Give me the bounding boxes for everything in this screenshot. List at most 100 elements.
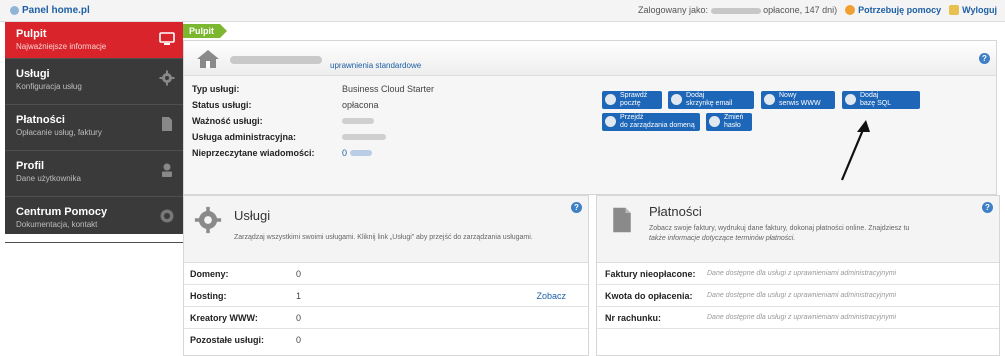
gear-icon: [159, 70, 175, 86]
sidebar-item-services[interactable]: Usługi Konfiguracja usług: [5, 59, 183, 105]
button-line1: Nowy: [779, 92, 797, 99]
sidebar-item-help-center[interactable]: Centrum Pomocy Dokumentacja, kontakt: [5, 197, 183, 243]
detail-label: Usługa administracyjna:: [192, 132, 297, 142]
sidebar-item-subtitle: Opłacanie usług, faktury: [16, 128, 102, 137]
document-icon: [162, 117, 172, 131]
sidebar-item-title: Płatności: [16, 114, 65, 126]
domain-icon: [605, 116, 616, 127]
table-row: Pozostałe usługi: 0: [184, 329, 588, 351]
breadcrumb[interactable]: Pulpit: [183, 24, 227, 38]
monitor-icon: [159, 32, 175, 45]
detail-row: Typ usługi: Business Cloud Starter: [192, 81, 434, 97]
logged-in-status: opłacone, 147 dni): [763, 5, 838, 15]
user-icon: [162, 163, 172, 177]
services-box: Usługi Zarządzaj wszystkimi swoimi usług…: [183, 195, 589, 356]
add-sql-database-button[interactable]: Dodaj bazę SQL: [842, 91, 920, 109]
change-password-button[interactable]: Zmień hasło: [706, 113, 752, 131]
button-line2: skrzynkę email: [686, 100, 733, 107]
detail-label: Typ usługi:: [192, 84, 240, 94]
button-line1: Zmień: [724, 114, 744, 121]
detail-row: Status usługi: opłacona: [192, 97, 434, 113]
sidebar-item-title: Profil: [16, 160, 45, 172]
table-row: Nr rachunku: Dane dostępne dla usługi z …: [597, 307, 999, 329]
payment-terms-link[interactable]: także informacje dotyczące terminów płat…: [649, 235, 795, 242]
unread-messages-link[interactable]: 0: [342, 148, 347, 158]
row-label: Domeny:: [190, 268, 229, 279]
sidebar-item-subtitle: Najważniejsze informacje: [16, 42, 107, 51]
mailbox-icon: [671, 94, 682, 105]
table-row: Domeny: 0: [184, 263, 588, 285]
row-value: 1: [296, 290, 302, 301]
row-value: 0: [296, 335, 302, 345]
sidebar-item-dashboard[interactable]: Pulpit Najważniejsze informacje: [5, 22, 183, 59]
row-label: Nr rachunku:: [605, 312, 662, 323]
check-mail-button[interactable]: Sprawdź pocztę: [602, 91, 662, 109]
top-bar: Panel home.pl Zalogowany jako: opłacone,…: [0, 0, 1005, 22]
box-title: Płatności: [649, 204, 702, 219]
service-details: Typ usługi: Business Cloud Starter Statu…: [192, 81, 434, 161]
detail-row: Ważność usługi:: [192, 113, 434, 129]
row-label: Hosting:: [190, 290, 227, 301]
row-value: Dane dostępne dla usługi z uprawnieniami…: [707, 292, 897, 299]
detail-row: Nieprzeczytane wiadomości: 0: [192, 145, 434, 161]
button-line1: Dodaj: [860, 92, 879, 99]
button-line2: do zarządzania domeną: [620, 122, 695, 129]
box-description: Zobacz swoje faktury, wydrukuj dane fakt…: [649, 225, 910, 232]
redacted-value: [342, 134, 386, 140]
service-panel: uprawnienia standardowe ? Typ usługi: Bu…: [183, 40, 997, 195]
redacted-service-name: [230, 56, 322, 64]
help-link-label: Potrzebuję pomocy: [858, 5, 942, 15]
mail-icon: [605, 94, 616, 105]
detail-value: Business Cloud Starter: [342, 84, 435, 94]
database-icon: [845, 94, 856, 105]
table-row: Faktury nieopłacone: Dane dostępne dla u…: [597, 263, 999, 285]
annotation-arrow: [840, 120, 870, 181]
payments-box: Płatności Zobacz swoje faktury, wydrukuj…: [596, 195, 1000, 356]
detail-value: opłacona: [342, 100, 379, 110]
sidebar-item-payments[interactable]: Płatności Opłacanie usług, faktury: [5, 105, 183, 151]
button-line1: Dodaj: [686, 92, 705, 99]
row-label: Faktury nieopłacone:: [605, 268, 696, 279]
view-hosting-link[interactable]: Zobacz: [536, 291, 566, 301]
home-icon: [197, 50, 219, 68]
redacted-username: [710, 7, 761, 14]
document-icon: [613, 207, 631, 233]
sidebar-item-subtitle: Dane użytkownika: [16, 174, 81, 183]
new-website-button[interactable]: Nowy serwis WWW: [761, 91, 835, 109]
redacted-value: [350, 150, 373, 156]
table-row: Kreatory WWW: 0: [184, 307, 588, 329]
help-link[interactable]: Potrzebuję pomocy: [845, 5, 941, 15]
payments-box-header: Płatności Zobacz swoje faktury, wydrukuj…: [597, 196, 999, 263]
sidebar-item-subtitle: Dokumentacja, kontakt: [16, 220, 98, 229]
sidebar-item-title: Pulpit: [16, 28, 47, 40]
logged-in-info: Zalogowany jako: opłacone, 147 dni): [638, 5, 837, 15]
sidebar-item-title: Centrum Pomocy: [16, 206, 108, 218]
row-value: 0: [296, 312, 302, 323]
manage-domain-button[interactable]: Przejdź do zarządzania domeną: [602, 113, 700, 131]
sidebar-item-profile[interactable]: Profil Dane użytkownika: [5, 151, 183, 197]
sidebar: Pulpit Najważniejsze informacje Usługi K…: [5, 22, 183, 243]
lock-icon: [709, 116, 720, 127]
logged-in-prefix: Zalogowany jako:: [638, 5, 709, 15]
detail-row: Usługa administracyjna:: [192, 129, 434, 145]
key-icon: [949, 5, 960, 15]
help-circle-icon: [160, 209, 174, 223]
permissions-link[interactable]: uprawnienia standardowe: [330, 61, 421, 70]
logout-link[interactable]: Wyloguj: [949, 5, 997, 15]
help-icon[interactable]: ?: [979, 53, 990, 64]
help-icon[interactable]: ?: [982, 202, 993, 213]
table-row: Hosting: 1 Zobacz: [184, 285, 588, 307]
logo[interactable]: Panel home.pl: [10, 5, 90, 16]
detail-label: Status usługi:: [192, 100, 252, 110]
add-mailbox-button[interactable]: Dodaj skrzynkę email: [668, 91, 754, 109]
account-area: Zalogowany jako: opłacone, 147 dni) Potr…: [638, 5, 997, 15]
service-panel-header: uprawnienia standardowe ?: [184, 41, 996, 76]
row-value: 0: [296, 268, 302, 279]
lifebuoy-icon: [845, 5, 856, 15]
help-icon[interactable]: ?: [571, 202, 582, 213]
button-line2: hasło: [724, 122, 741, 129]
logo-text: Panel home.pl: [22, 5, 90, 16]
gear-icon: [194, 206, 222, 234]
box-title: Usługi: [234, 208, 271, 223]
row-label: Kwota do opłacenia:: [605, 290, 693, 301]
